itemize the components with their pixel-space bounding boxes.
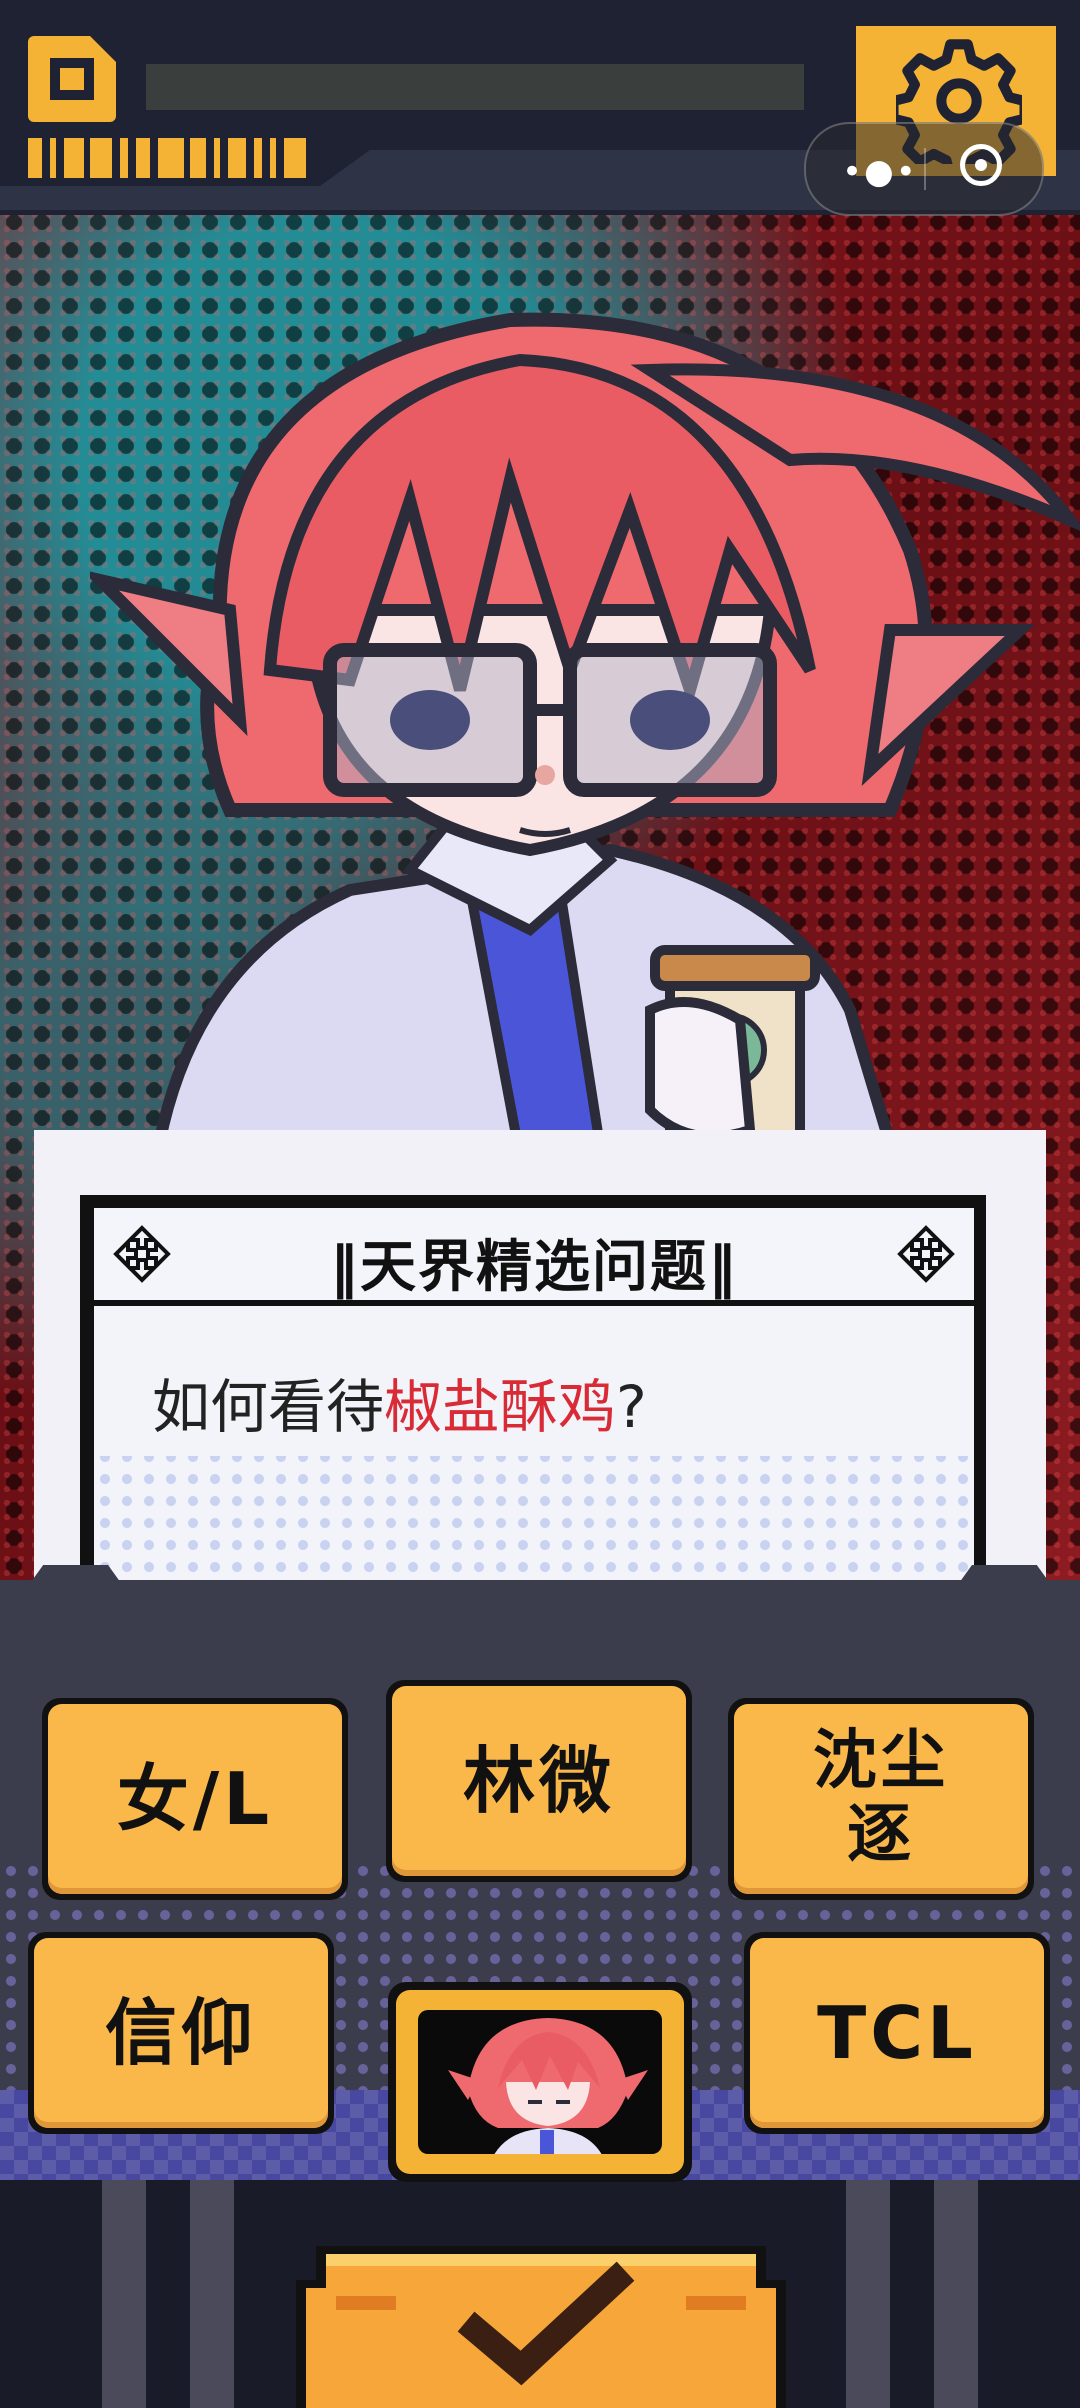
card-header: ‖天界精选问题‖: [94, 1208, 974, 1306]
question-text: 如何看待椒盐酥鸡?: [152, 1373, 647, 1441]
mini-program-capsule: •●•: [804, 122, 1044, 216]
card-title: ‖天界精选问题‖: [330, 1235, 738, 1300]
answer-button-3[interactable]: 沈尘逐: [728, 1698, 1034, 1900]
title-bar-placeholder: [146, 64, 804, 110]
question-highlight: 椒盐酥鸡: [384, 1373, 617, 1441]
barcode-decoration: [28, 138, 310, 178]
home-square-icon[interactable]: [28, 36, 116, 122]
character-avatar-icon: [448, 2018, 648, 2154]
answer-button-2[interactable]: 林微: [386, 1680, 692, 1882]
confirm-button[interactable]: [296, 2240, 786, 2408]
avatar: [388, 1982, 692, 2182]
recycle-icon: [897, 1225, 955, 1283]
answer-button-4[interactable]: 信仰: [28, 1932, 334, 2134]
answer-button-5[interactable]: TCL: [744, 1932, 1050, 2134]
target-close-icon[interactable]: [960, 144, 1002, 186]
more-dots-icon[interactable]: •●•: [842, 152, 918, 192]
answer-button-1[interactable]: 女/L: [42, 1698, 348, 1900]
character-illustration: [90, 312, 1080, 1210]
